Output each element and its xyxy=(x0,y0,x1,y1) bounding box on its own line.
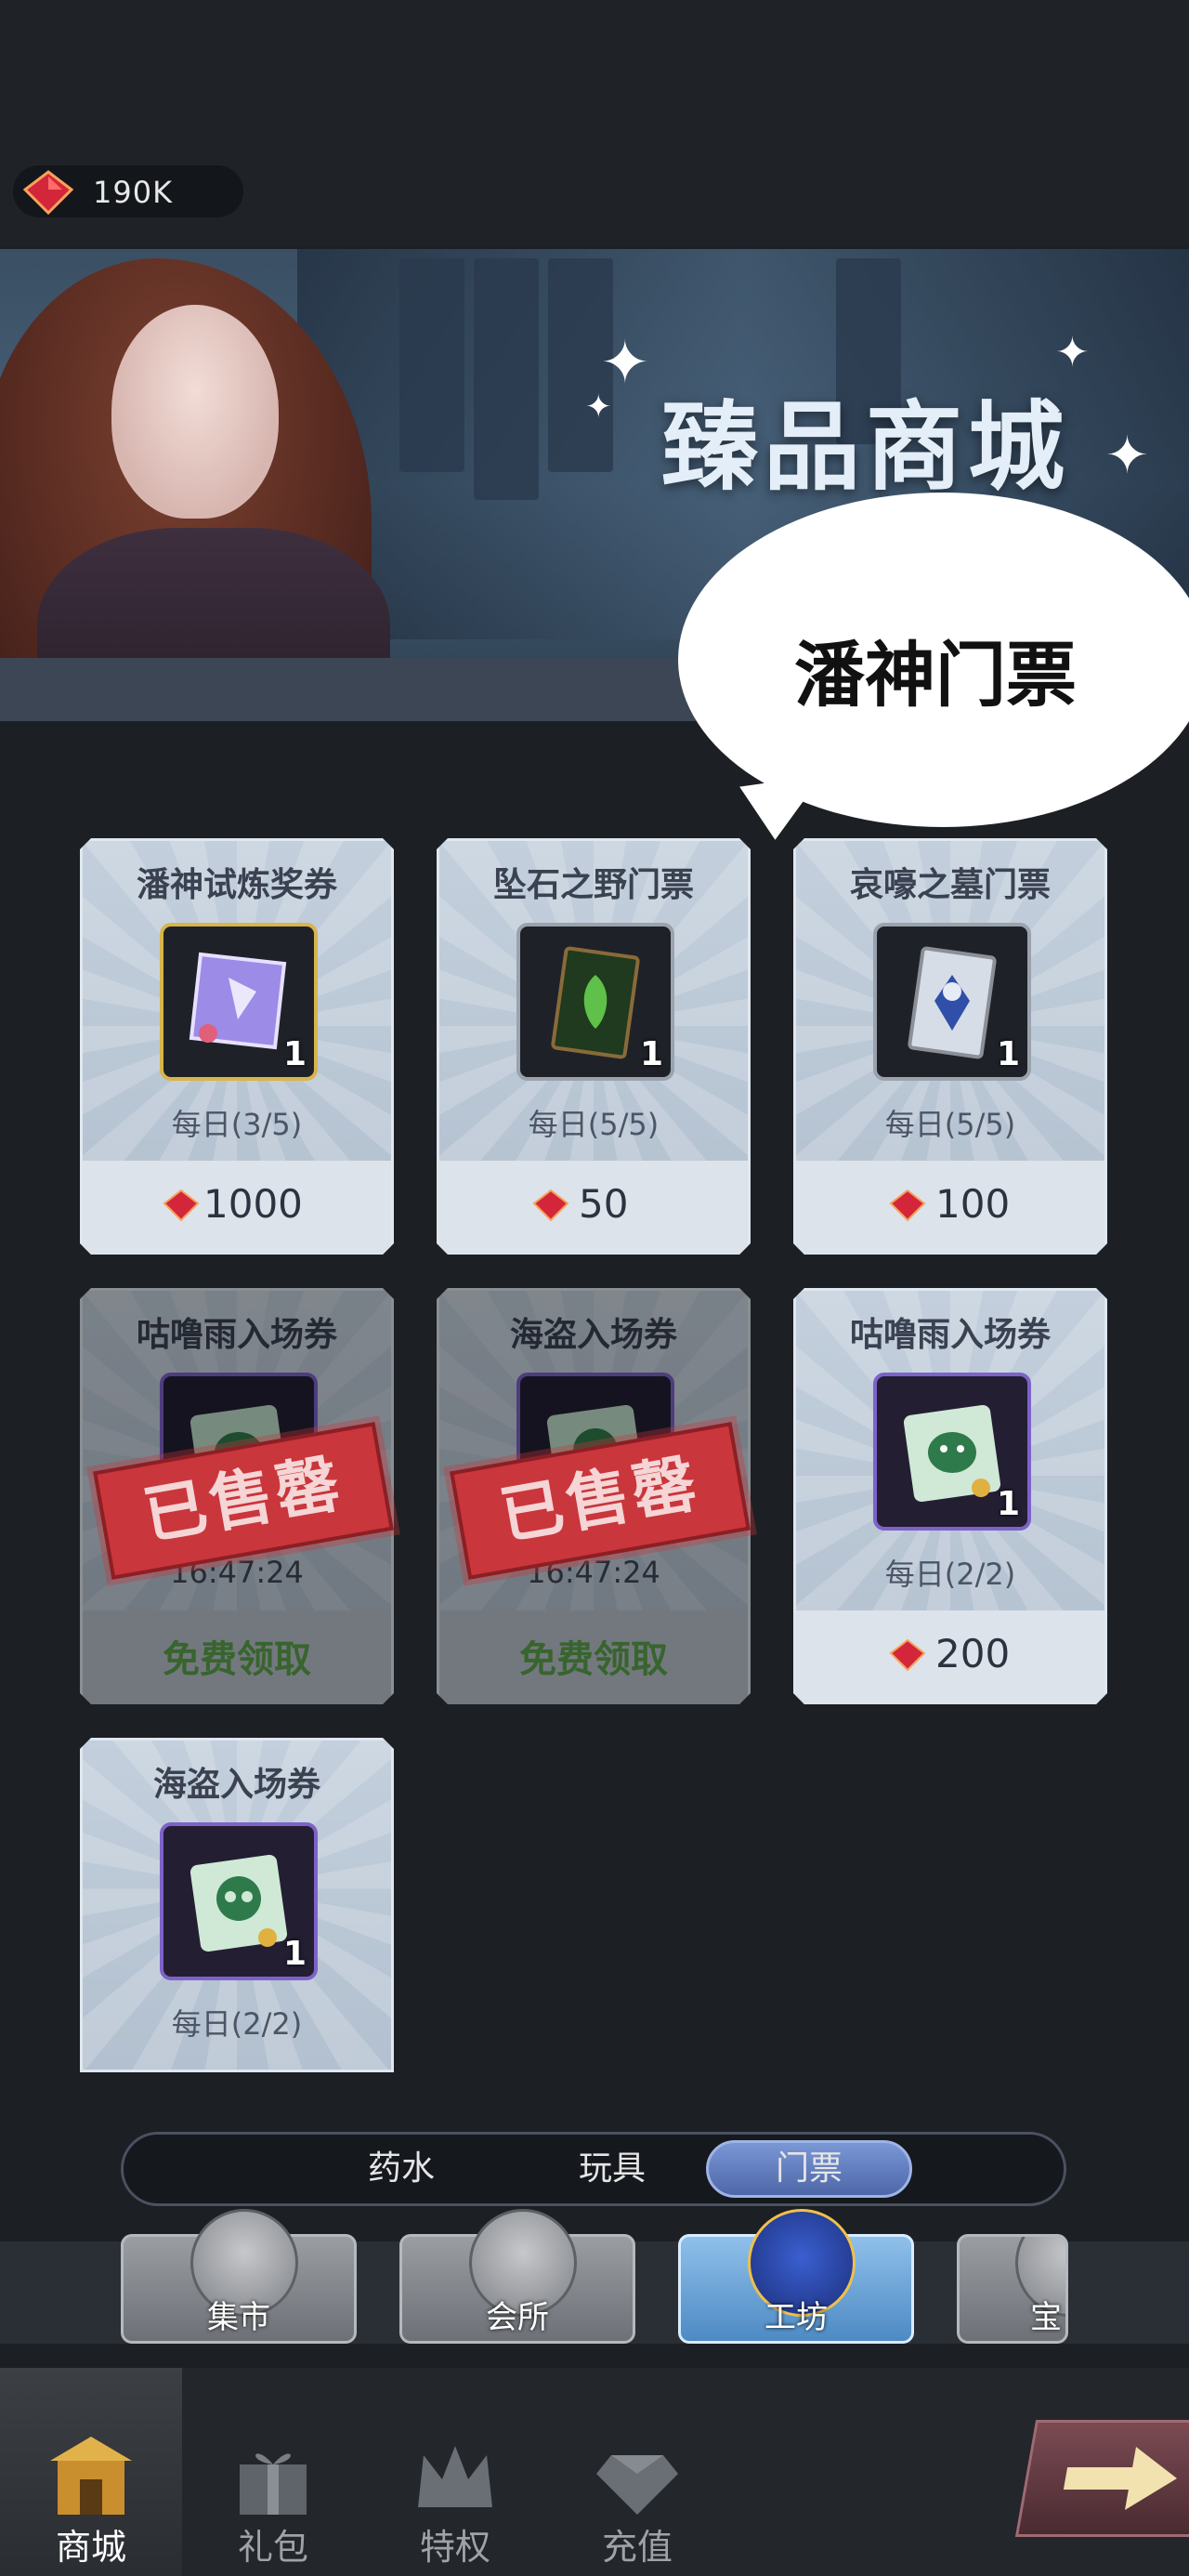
item-quantity: 1 xyxy=(282,1035,307,1073)
sparkle-icon: ✦ xyxy=(1055,329,1090,376)
item-quantity: 1 xyxy=(282,1935,307,1973)
red-gem-icon xyxy=(20,169,76,219)
item-quantity: 1 xyxy=(996,1035,1020,1073)
item-name: 坠石之野门票 xyxy=(492,866,694,904)
shop-title: 臻品商城 xyxy=(661,390,1071,504)
green-card-icon: 1 xyxy=(516,923,674,1081)
sparkle-icon: ✦ xyxy=(585,388,612,426)
speech-bubble-text: 潘神门票 xyxy=(794,634,1077,716)
item-name: 海盗入场券 xyxy=(509,1316,677,1354)
purchase-limit: 每日(5/5) xyxy=(884,1107,1016,1142)
shop-item-card[interactable]: 哀嚎之墓门票 1 每日(5/5) 100 xyxy=(793,838,1107,1255)
arrow-right-icon xyxy=(1063,2447,1177,2510)
purchase-limit: 每日(3/5) xyxy=(171,1107,303,1142)
item-price: 1000 xyxy=(203,1181,303,1227)
nav-shop[interactable]: 商城 xyxy=(0,2368,182,2576)
sparkle-icon: ✦ xyxy=(600,329,650,398)
item-name: 咕噜雨入场券 xyxy=(136,1316,337,1354)
item-name: 哀嚎之墓门票 xyxy=(849,866,1051,904)
diamond-icon xyxy=(596,2455,678,2515)
ticket-icon: 1 xyxy=(160,923,318,1081)
item-quantity: 1 xyxy=(639,1035,663,1073)
price-button[interactable]: 100 xyxy=(796,1161,1104,1255)
skull-pass-icon: 1 xyxy=(160,1822,318,1980)
tab-toys[interactable]: 玩具 xyxy=(509,2140,715,2198)
shop-item-card[interactable]: 咕噜雨入场券 1 每日(2/2) 200 xyxy=(793,1288,1107,1704)
subnav-market[interactable]: 集市 xyxy=(121,2209,357,2344)
arrow-button[interactable] xyxy=(1014,2420,1189,2537)
shop-item-card[interactable]: 坠石之野门票 1 每日(5/5) 50 xyxy=(437,838,751,1255)
red-gem-icon xyxy=(532,1189,569,1226)
shop-icon xyxy=(50,2437,132,2515)
item-price: 50 xyxy=(579,1181,629,1227)
shop-item-card[interactable]: 潘神试炼奖券 1 每日(3/5) 1000 xyxy=(80,838,394,1255)
item-price: 200 xyxy=(935,1631,1011,1676)
price-button[interactable]: 50 xyxy=(439,1161,748,1255)
item-name: 海盗入场券 xyxy=(152,1766,320,1804)
nav-privilege[interactable]: 特权 xyxy=(364,2368,546,2576)
item-quantity: 1 xyxy=(996,1485,1020,1523)
red-gem-icon xyxy=(889,1638,926,1676)
nav-gift-pack[interactable]: 礼包 xyxy=(182,2368,364,2576)
free-claim-label: 免费领取 xyxy=(163,1638,311,1681)
currency-amount: 190K xyxy=(93,175,174,210)
sparkle-icon: ✦ xyxy=(1105,426,1149,486)
subnav-workshop[interactable]: 工坊 xyxy=(678,2209,914,2344)
red-gem-icon xyxy=(163,1189,200,1226)
purchase-limit: 每日(2/2) xyxy=(884,1557,1016,1592)
subnav-treasure[interactable]: 宝 xyxy=(957,2234,1068,2344)
price-button[interactable]: 200 xyxy=(796,1610,1104,1704)
item-name: 咕噜雨入场券 xyxy=(849,1316,1051,1354)
item-name: 潘神试炼奖券 xyxy=(136,866,337,904)
slime-pass-icon: 1 xyxy=(873,1373,1031,1531)
currency-display[interactable]: 190K xyxy=(13,165,243,217)
nav-recharge[interactable]: 充值 xyxy=(546,2368,728,2576)
shop-item-card[interactable]: 海盗入场券 1 每日(2/2) xyxy=(80,1738,394,2072)
blue-card-icon: 1 xyxy=(873,923,1031,1081)
purchase-limit: 每日(5/5) xyxy=(528,1107,660,1142)
tab-potions[interactable]: 药水 xyxy=(298,2140,504,2198)
item-price: 100 xyxy=(935,1181,1011,1227)
gift-box-icon xyxy=(240,2453,307,2515)
tab-tickets[interactable]: 门票 xyxy=(706,2140,912,2198)
purchase-limit: 每日(2/2) xyxy=(171,2006,303,2042)
category-tabs: 药水 玩具 门票 xyxy=(121,2132,1066,2206)
free-claim-label: 免费领取 xyxy=(519,1638,668,1681)
crown-icon xyxy=(418,2446,492,2507)
subnav-club[interactable]: 会所 xyxy=(399,2209,635,2344)
red-gem-icon xyxy=(889,1189,926,1226)
price-button[interactable]: 1000 xyxy=(83,1161,391,1255)
